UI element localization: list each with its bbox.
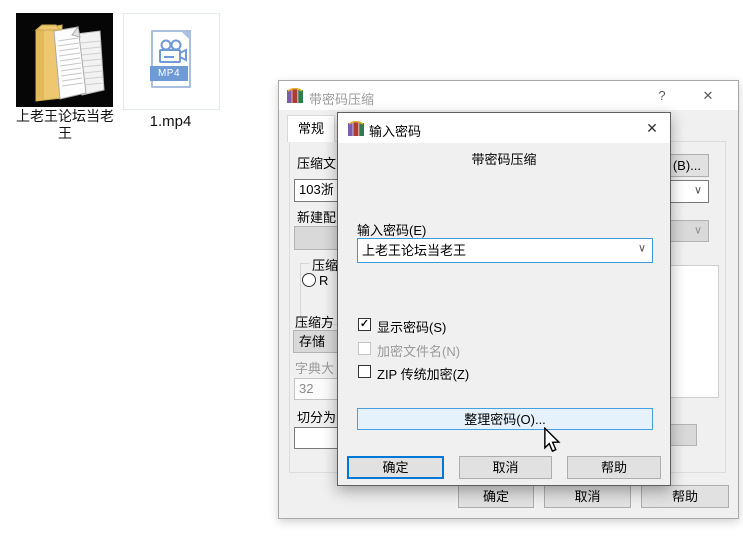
compress-dialog-titlebar: 带密码压缩 ? ✕ (279, 81, 738, 110)
zip-legacy-checkbox[interactable] (358, 365, 371, 378)
tab-general[interactable]: 常规 (287, 115, 335, 142)
video-label: 1.mp4 (122, 113, 219, 130)
encrypt-filenames-checkbox (358, 342, 371, 355)
desktop: 上老王论坛当老王 MP4 1.mp4 (0, 0, 743, 536)
help-button[interactable]: 帮助 (567, 456, 661, 479)
format-radio[interactable] (302, 273, 316, 287)
winrar-icon (287, 88, 303, 103)
organize-passwords-button[interactable]: 整理密码(O)... (357, 408, 653, 430)
ok-button[interactable]: 确定 (347, 456, 444, 479)
archive-name-label: 压缩文 (297, 153, 336, 172)
mp4-badge: MP4 (150, 66, 188, 81)
folder-icon (16, 13, 113, 107)
profile-label: 新建配 (297, 207, 336, 226)
check-icon: ✓ (360, 318, 369, 330)
video-icon: MP4 (151, 30, 191, 88)
password-dialog-title: 输入密码 (369, 121, 421, 140)
winrar-icon (348, 121, 364, 136)
format-radio-label: R (319, 273, 328, 288)
password-dialog: 输入密码 ✕ 带密码压缩 输入密码(E) 上老王论坛当老王 ∨ ✓ 显示密码(S… (337, 112, 671, 486)
help-button[interactable]: 帮助 (641, 485, 729, 508)
cancel-button[interactable]: 取消 (544, 485, 631, 508)
split-label: 切分为 (297, 407, 336, 426)
show-password-checkbox[interactable]: ✓ (358, 318, 371, 331)
folder-label: 上老王论坛当老王 (14, 108, 116, 142)
ok-button[interactable]: 确定 (458, 485, 534, 508)
close-icon[interactable]: ✕ (699, 87, 717, 105)
cancel-button[interactable]: 取消 (459, 456, 552, 479)
password-dialog-heading: 带密码压缩 (338, 149, 670, 168)
password-label: 输入密码(E) (357, 220, 426, 239)
password-combobox[interactable]: 上老王论坛当老王 ∨ (357, 238, 653, 263)
method-label: 压缩方 (295, 312, 334, 331)
encrypt-filenames-label: 加密文件名(N) (377, 341, 460, 360)
chevron-down-icon: ∨ (694, 180, 702, 200)
help-button[interactable]: ? (653, 87, 671, 105)
mouse-cursor (543, 427, 561, 456)
chevron-down-icon: ∨ (638, 238, 646, 260)
password-value: 上老王论坛当老王 (362, 243, 466, 258)
chevron-down-icon: ∨ (694, 223, 702, 236)
zip-legacy-label: ZIP 传统加密(Z) (377, 364, 469, 383)
password-dialog-titlebar: 输入密码 ✕ (338, 113, 670, 143)
compress-dialog-title: 带密码压缩 (309, 89, 374, 108)
dictionary-label: 字典大 (295, 358, 334, 377)
show-password-label: 显示密码(S) (377, 317, 446, 336)
close-icon[interactable]: ✕ (643, 119, 661, 137)
